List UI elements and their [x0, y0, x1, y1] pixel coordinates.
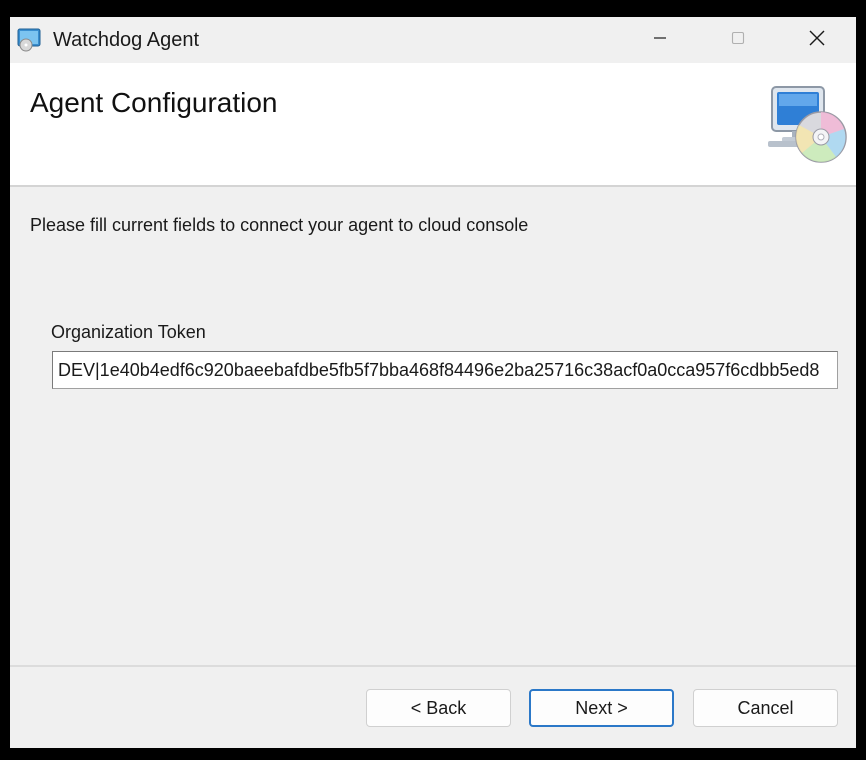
computer-cd-icon — [766, 85, 848, 165]
window-title: Watchdog Agent — [53, 29, 200, 51]
maximize-button[interactable] — [699, 17, 777, 63]
banner-divider — [10, 185, 856, 187]
cancel-button[interactable]: Cancel — [693, 689, 838, 727]
installer-window: Watchdog Agent Agent Configuration Pleas… — [10, 17, 856, 748]
app-icon — [17, 28, 43, 52]
next-button[interactable]: Next > — [529, 689, 674, 727]
maximize-icon — [730, 30, 746, 51]
instruction-text: Please fill current fields to connect yo… — [30, 215, 529, 235]
close-icon — [808, 29, 826, 52]
back-button[interactable]: < Back — [366, 689, 511, 727]
minimize-button[interactable] — [621, 17, 699, 63]
page-title: Agent Configuration — [30, 87, 278, 118]
title-bar[interactable]: Watchdog Agent — [10, 17, 856, 63]
organization-token-label: Organization Token — [51, 322, 206, 342]
footer-divider — [10, 665, 856, 667]
close-button[interactable] — [778, 17, 856, 63]
organization-token-input[interactable] — [52, 351, 838, 389]
minimize-icon — [652, 30, 668, 51]
header-banner: Agent Configuration — [10, 63, 856, 185]
